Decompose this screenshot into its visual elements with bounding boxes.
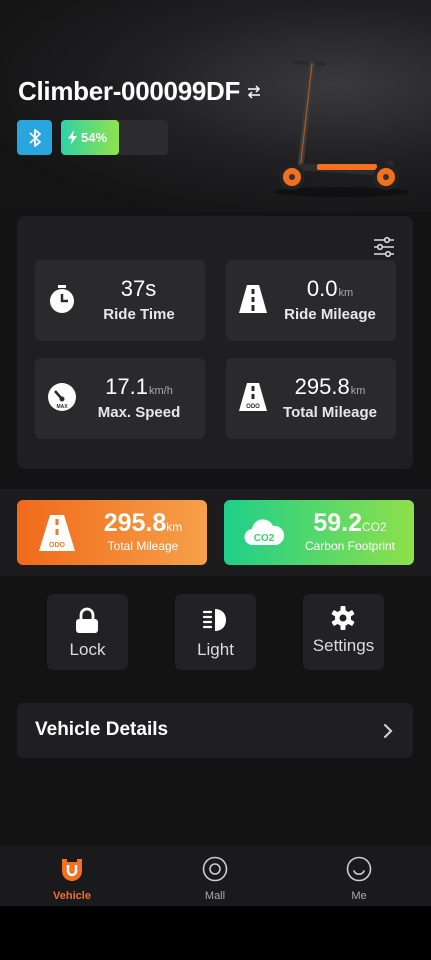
settings-button[interactable]: Settings (303, 594, 384, 670)
stat-total-mileage: ODO 295.8km Total Mileage (226, 358, 396, 439)
filter-icon[interactable] (373, 236, 395, 258)
lock-label: Lock (69, 640, 106, 659)
co2-icon-text: CO2 (254, 533, 275, 544)
nav-me-label: Me (351, 890, 367, 902)
bluetooth-icon (28, 128, 41, 147)
mileage-unit: km (166, 520, 183, 534)
lock-icon (76, 607, 98, 633)
co2-cloud-icon: CO2 (244, 519, 284, 546)
stat-value: 295.8 (294, 374, 350, 399)
stat-label: Max. Speed (97, 404, 181, 421)
stopwatch-icon (50, 285, 74, 313)
app-screen: Climber-000099DF 54% 37s Ride Time 0.0km… (0, 0, 431, 906)
stat-value: 37s (120, 276, 157, 301)
vehicle-details-row[interactable]: Vehicle Details (17, 703, 413, 758)
battery-percent: 54% (81, 130, 108, 145)
light-button[interactable]: Light (175, 594, 256, 670)
odo-icon-text: ODO (49, 542, 66, 549)
stat-max-speed: MAX 17.1km/h Max. Speed (35, 358, 205, 439)
stat-unit: km/h (148, 385, 173, 397)
light-label: Light (197, 640, 234, 659)
carbon-footprint-card[interactable]: CO2 59.2CO2 Carbon Footprint (224, 500, 414, 565)
carbon-unit: CO2 (361, 520, 387, 534)
smile-icon (346, 856, 372, 882)
battery-indicator: 54% (61, 120, 168, 155)
carbon-label: Carbon Footprint (304, 539, 396, 553)
gear-icon (331, 606, 355, 630)
lightning-icon (68, 130, 77, 145)
nav-me[interactable]: Me (319, 856, 399, 904)
mall-icon (202, 856, 228, 882)
stat-value: 17.1 (105, 374, 148, 399)
settings-label: Settings (312, 636, 375, 655)
stat-unit: km (338, 287, 354, 299)
nav-vehicle-label: Vehicle (53, 890, 91, 902)
stat-label: Ride Time (103, 306, 175, 323)
switch-vehicle-icon[interactable] (246, 84, 262, 100)
vehicle-name-row[interactable]: Climber-000099DF (18, 76, 262, 107)
mileage-label: Total Mileage (107, 539, 179, 553)
nav-mall[interactable]: Mall (175, 856, 255, 904)
mileage-value: 295.8 (103, 509, 167, 537)
road-icon (239, 285, 267, 313)
stat-label: Total Mileage (283, 404, 377, 421)
stat-ride-mileage: 0.0km Ride Mileage (226, 260, 396, 341)
nav-mall-label: Mall (204, 890, 226, 902)
vehicle-details-label: Vehicle Details (35, 719, 169, 740)
headlight-icon (202, 609, 226, 631)
stat-value: 0.0 (306, 276, 338, 301)
vehicle-icon (62, 859, 82, 881)
vehicle-name: Climber-000099DF (18, 76, 241, 106)
odometer-road-icon: ODO (239, 383, 267, 411)
bluetooth-status[interactable] (17, 120, 52, 155)
odometer-road-icon: ODO (39, 515, 75, 551)
svg-text:MAX: MAX (56, 404, 68, 410)
total-mileage-card[interactable]: ODO 295.8km Total Mileage (17, 500, 207, 565)
lock-button[interactable]: Lock (47, 594, 128, 670)
svg-text:ODO: ODO (246, 404, 260, 410)
chevron-right-icon (383, 723, 393, 739)
stat-ride-time: 37s Ride Time (35, 260, 205, 341)
scooter-image (274, 60, 410, 197)
speedometer-icon: MAX (48, 383, 76, 411)
carbon-value: 59.2 (313, 509, 362, 537)
nav-vehicle[interactable]: Vehicle (32, 856, 112, 904)
stat-label: Ride Mileage (284, 306, 376, 323)
bottom-nav: Vehicle Mall Me (0, 846, 431, 906)
vehicle-hero: Climber-000099DF 54% (0, 0, 431, 212)
stat-unit: km (350, 385, 366, 397)
ride-stats-card: 37s Ride Time 0.0km Ride Mileage MAX 17.… (17, 216, 413, 469)
